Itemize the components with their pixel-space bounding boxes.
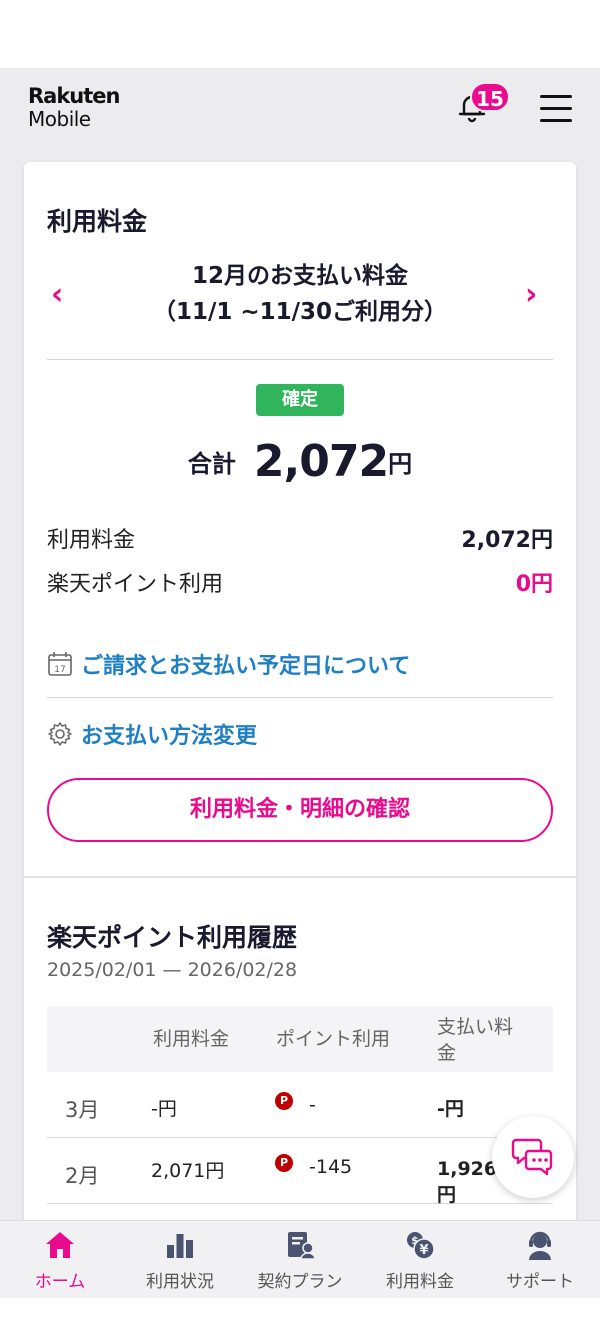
row-month: 2月 — [65, 1164, 100, 1188]
status-badge: 確定 — [256, 384, 344, 416]
column-header-usage: 利用料金 — [153, 1028, 230, 1050]
billing-schedule-link[interactable]: 17 ご請求とお支払い予定日について — [47, 648, 410, 680]
next-month-chevron-icon[interactable]: › — [525, 280, 537, 310]
nav-label-usage-status: 利用状況 — [146, 1272, 214, 1292]
rakuten-point-icon: P — [275, 1092, 293, 1110]
menu-bar — [540, 119, 572, 122]
row-payment-line2: 円 — [437, 1184, 457, 1206]
total-amount: 2,072 — [253, 436, 389, 487]
nav-label-fees: 利用料金 — [386, 1272, 454, 1292]
table-row[interactable]: 3月 -円 P - -円 — [47, 1072, 553, 1138]
divider — [47, 359, 553, 360]
row-points: -145 — [309, 1156, 353, 1178]
notification-badge: 15 — [470, 82, 510, 112]
row-payment: -円 — [437, 1098, 464, 1120]
header: Rakuten Mobile 15 — [0, 68, 600, 160]
billing-card: 利用料金 ‹ 12月のお支払い料金 （11/1 ~11/30ご利用分） › 確定… — [24, 162, 576, 1298]
nav-item-fees[interactable]: $ ¥ 利用料金 — [360, 1221, 480, 1298]
column-header-points: ポイント利用 — [276, 1028, 391, 1050]
svg-text:¥: ¥ — [419, 1243, 428, 1258]
total-unit: 円 — [388, 450, 413, 478]
nav-label-plan: 契約プラン — [257, 1272, 343, 1292]
app-screen: Rakuten Mobile 15 利用料金 ‹ 12月のお支払い料金 （11/… — [0, 68, 600, 1298]
billing-month-line1: 12月のお支払い料金 — [191, 263, 408, 289]
chat-button[interactable] — [492, 1116, 574, 1198]
billing-schedule-link-text: ご請求とお支払い予定日について — [81, 654, 411, 679]
payment-method-link-text: お支払い方法変更 — [81, 724, 258, 749]
points-history-table: 利用料金 ポイント利用 支払い料 金 3月 -円 P - -円 2月 2,071… — [47, 1006, 553, 1206]
row-usage: 2,071円 — [151, 1160, 225, 1182]
nav-item-usage-status[interactable]: 利用状況 — [120, 1221, 240, 1298]
bottom-nav: ホーム 利用状況 契約プラン $ ¥ 利用料金 サポート — [0, 1220, 600, 1298]
calendar-icon: 17 — [48, 652, 72, 676]
menu-bar — [540, 95, 572, 98]
rakuten-mobile-logo[interactable]: Rakuten Mobile — [28, 84, 120, 131]
table-header: 利用料金 ポイント利用 支払い料 金 — [47, 1006, 553, 1072]
contract-icon — [288, 1232, 316, 1260]
logo-line-1: Rakuten — [28, 84, 120, 108]
points-used-value: 0円 — [515, 572, 553, 597]
nav-label-support: サポート — [506, 1272, 574, 1292]
svg-text:17: 17 — [54, 665, 65, 675]
column-header-payment: 支払い料 金 — [437, 1014, 513, 1066]
bar-chart-icon — [167, 1234, 193, 1258]
row-payment-line1: 1,926 — [437, 1158, 498, 1180]
row-points: - — [309, 1094, 316, 1116]
usage-fee-value: 2,072円 — [461, 528, 553, 553]
support-agent-icon — [529, 1231, 551, 1260]
usage-detail-button[interactable]: 利用料金・明細の確認 — [47, 778, 553, 842]
billing-title: 利用料金 — [47, 207, 148, 236]
column-header-payment-line2: 金 — [437, 1042, 457, 1064]
total-label: 合計 — [187, 450, 236, 478]
points-history-period: 2025/02/01 — 2026/02/28 — [47, 959, 298, 981]
nav-item-plan[interactable]: 契約プラン — [240, 1221, 360, 1298]
row-month: 3月 — [65, 1098, 100, 1122]
points-history-title: 楽天ポイント利用履歴 — [47, 923, 298, 952]
menu-bar — [540, 107, 572, 110]
usage-fee-label: 利用料金 — [47, 528, 136, 553]
total-amount-row: 合計 2,072円 — [24, 436, 576, 487]
column-header-payment-line1: 支払い料 — [437, 1016, 514, 1038]
rakuten-point-icon: P — [275, 1154, 293, 1172]
divider — [47, 697, 553, 698]
chat-bubbles-icon — [511, 1138, 553, 1176]
logo-line-2: Mobile — [28, 107, 91, 131]
row-usage: -円 — [151, 1098, 177, 1120]
table-row[interactable]: 2月 2,071円 P -145 1,926 円 — [47, 1138, 553, 1206]
hamburger-menu-icon[interactable] — [540, 95, 572, 123]
points-used-label: 楽天ポイント利用 — [47, 572, 224, 597]
billing-month-line2: （11/1 ~11/30ご利用分） — [152, 299, 448, 325]
billing-month: 12月のお支払い料金 （11/1 ~11/30ご利用分） — [84, 258, 516, 330]
yen-coins-icon: $ ¥ — [407, 1232, 435, 1260]
nav-label-home: ホーム — [34, 1272, 86, 1292]
prev-month-chevron-icon[interactable]: ‹ — [51, 280, 63, 310]
home-icon — [46, 1232, 74, 1258]
payment-method-link[interactable]: お支払い方法変更 — [47, 718, 257, 750]
section-separator — [24, 876, 576, 878]
nav-item-support[interactable]: サポート — [480, 1221, 600, 1298]
row-payment: 1,926 円 — [437, 1156, 497, 1208]
gear-icon — [48, 722, 72, 746]
nav-item-home[interactable]: ホーム — [0, 1221, 120, 1298]
